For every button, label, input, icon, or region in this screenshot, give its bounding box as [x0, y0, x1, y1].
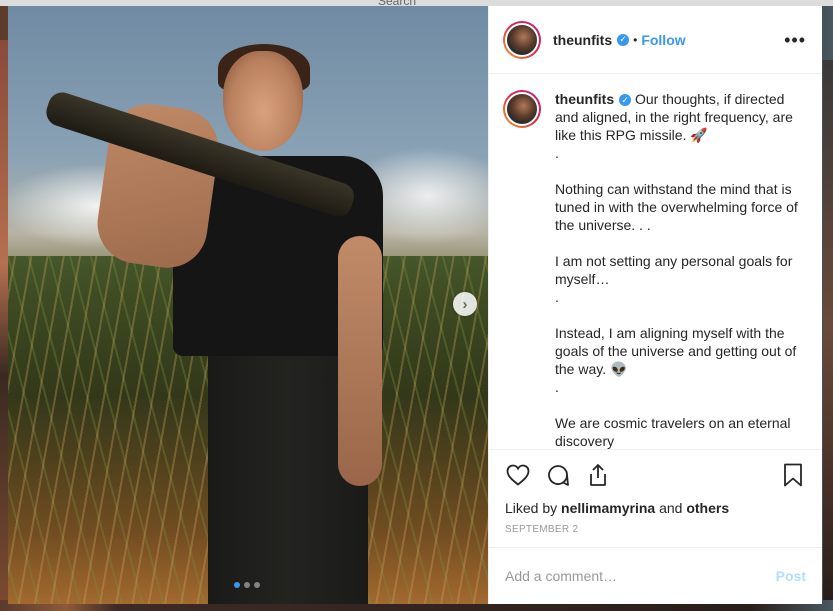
caption-avatar[interactable]: [503, 90, 541, 128]
photo-figure-arm: [338, 236, 382, 486]
avatar-image: [505, 92, 539, 126]
post-date: SEPTEMBER 2: [489, 516, 822, 548]
backdrop-right-edge: [823, 60, 833, 600]
backdrop-left-edge: [0, 40, 8, 600]
carousel-dot: [244, 582, 250, 588]
likes-and: and: [655, 500, 687, 516]
likes-summary: Liked by nellimamyrina and others: [489, 500, 822, 516]
caption-body: Our thoughts, if directed and aligned, i…: [555, 91, 798, 449]
post-header: theunfits ✓ • Follow •••: [489, 6, 822, 74]
comment-input[interactable]: [505, 568, 776, 584]
avatar-image: [505, 22, 539, 57]
chevron-right-icon[interactable]: ›: [453, 292, 477, 316]
carousel-dot: [234, 582, 240, 588]
avatar[interactable]: [503, 20, 541, 59]
caption-username[interactable]: theunfits: [555, 91, 614, 107]
carousel-dots: [234, 582, 260, 588]
photo-figure-head: [223, 51, 303, 151]
liker-username-link[interactable]: nellimamyrina: [561, 500, 655, 516]
caption-text: theunfits ✓ Our thoughts, if directed and…: [555, 90, 808, 449]
follow-button[interactable]: Follow: [641, 32, 685, 48]
post-side-panel: theunfits ✓ • Follow ••• theunfits ✓ Our …: [488, 6, 822, 604]
username-link[interactable]: theunfits: [553, 32, 612, 48]
verified-badge-icon: ✓: [617, 33, 630, 46]
more-options-icon[interactable]: •••: [784, 31, 806, 49]
likes-others-link[interactable]: others: [686, 500, 729, 516]
heart-icon[interactable]: [505, 462, 531, 488]
bookmark-icon[interactable]: [780, 462, 806, 488]
comment-form: Post: [489, 548, 822, 604]
comment-icon[interactable]: [545, 462, 571, 488]
carousel-dot: [254, 582, 260, 588]
post-comment-button[interactable]: Post: [776, 568, 806, 584]
action-bar: [489, 450, 822, 500]
verified-badge-icon: ✓: [619, 94, 632, 107]
separator-dot: •: [633, 32, 638, 47]
share-icon[interactable]: [585, 462, 611, 488]
post-photo[interactable]: ›: [8, 6, 488, 604]
caption-section: theunfits ✓ Our thoughts, if directed and…: [489, 74, 822, 450]
post-modal: › theunfits ✓ • Follow ••• theunfits ✓ Ou…: [8, 6, 822, 604]
likes-prefix: Liked by: [505, 500, 562, 516]
